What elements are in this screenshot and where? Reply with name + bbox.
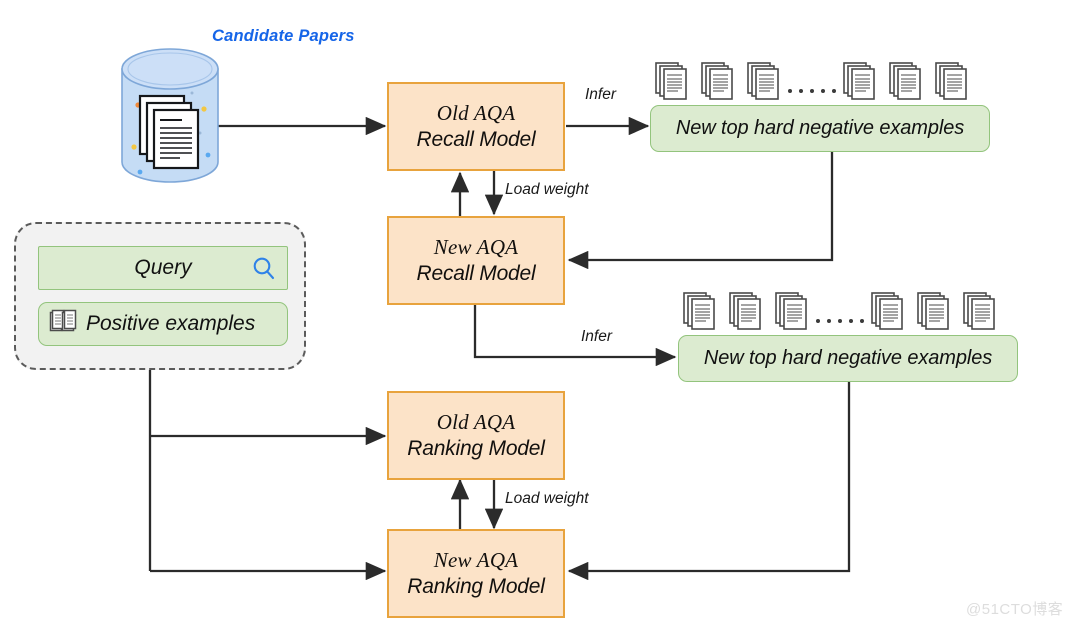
document-stack-icon [683, 288, 717, 337]
query-field[interactable]: Query [38, 246, 288, 290]
model-line-1: Old AQA [436, 410, 516, 435]
model-line-2: Ranking Model [407, 436, 545, 460]
document-stack-icon [843, 58, 877, 107]
document-stack-icon [655, 58, 689, 107]
document-stack-icon [917, 288, 951, 337]
edge-label-load-weight-1: Load weight [505, 181, 589, 198]
candidate-papers-database-icon [120, 47, 220, 184]
hard-negative-examples-box-1[interactable]: New top hard negative examples [650, 105, 990, 152]
model-line-2: Recall Model [416, 127, 536, 151]
document-stack-icon [889, 58, 923, 107]
candidate-papers-title: Candidate Papers [212, 27, 355, 45]
hard-negative-examples-label: New top hard negative examples [675, 117, 965, 139]
document-stack-icon [701, 58, 735, 107]
query-input-group: Query Positive examples [14, 222, 306, 370]
edge-hardneg1-to-new-recall [567, 152, 834, 270]
edge-label-infer-2: Infer [581, 328, 613, 345]
new-aqa-ranking-model-box[interactable]: New AQA Ranking Model [387, 529, 565, 618]
search-icon[interactable] [251, 256, 277, 287]
document-stack-icon [775, 288, 809, 337]
edge-hardneg2-to-new-ranking [567, 380, 851, 581]
document-stack-icon [729, 288, 763, 337]
model-line-2: Ranking Model [407, 574, 545, 598]
hard-negative-examples-label: New top hard negative examples [703, 347, 993, 369]
edge-label-infer-1: Infer [585, 86, 617, 103]
document-stack-row-2 [683, 288, 997, 337]
model-line-1: New AQA [433, 235, 519, 260]
document-stack-row-1 [655, 58, 969, 107]
old-aqa-ranking-model-box[interactable]: Old AQA Ranking Model [387, 391, 565, 480]
document-stack-icon [747, 58, 781, 107]
old-aqa-recall-model-box[interactable]: Old AQA Recall Model [387, 82, 565, 171]
edge-new-recall-to-hardneg2 [473, 304, 677, 367]
new-aqa-recall-model-box[interactable]: New AQA Recall Model [387, 216, 565, 305]
model-line-2: Recall Model [416, 261, 536, 285]
diagram-canvas: Candidate Papers Query Positive examples… [0, 0, 1080, 627]
hard-negative-examples-box-2[interactable]: New top hard negative examples [678, 335, 1018, 382]
document-stack-icon [963, 288, 997, 337]
positive-examples-field[interactable]: Positive examples [38, 302, 288, 346]
open-book-icon [48, 308, 78, 341]
document-stack-icon [935, 58, 969, 107]
edge-label-load-weight-2: Load weight [505, 490, 589, 507]
positive-examples-label: Positive examples [86, 312, 256, 335]
document-stack-icon [871, 288, 905, 337]
query-label: Query [134, 256, 192, 279]
watermark: @51CTO博客 [966, 601, 1064, 618]
model-line-1: Old AQA [436, 101, 516, 126]
model-line-1: New AQA [433, 548, 519, 573]
